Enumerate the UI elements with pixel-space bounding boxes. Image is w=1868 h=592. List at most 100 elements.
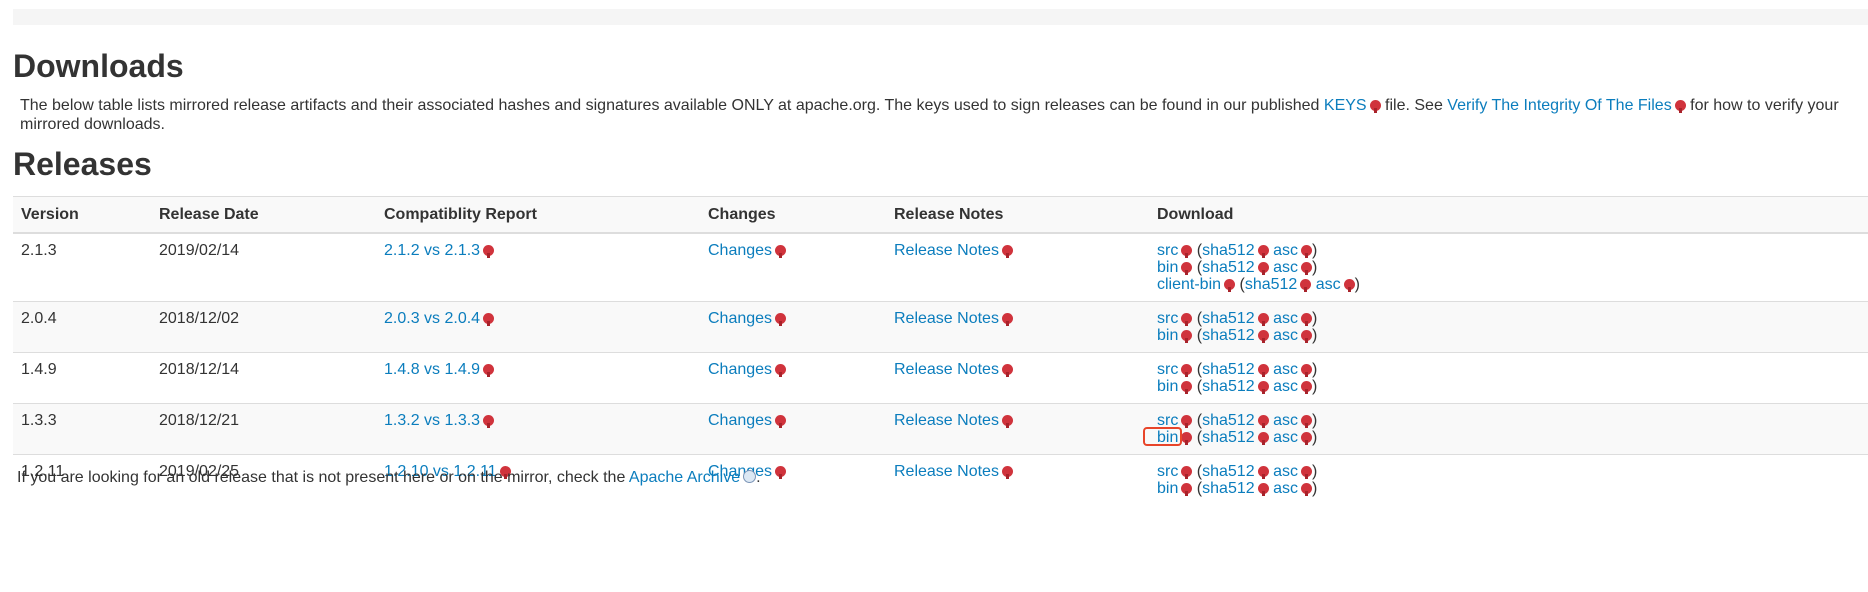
- release-notes-link[interactable]: Release Notes: [894, 242, 999, 259]
- release-notes-link[interactable]: Release Notes: [894, 412, 999, 429]
- download-line: src (sha512 asc): [1157, 242, 1860, 259]
- external-link-icon: [1257, 245, 1269, 258]
- external-link-icon: [1301, 432, 1312, 445]
- external-link-icon: [1257, 483, 1269, 496]
- release-notes-cell: Release Notes: [886, 301, 1149, 353]
- changes-link[interactable]: Changes: [708, 242, 772, 259]
- artifact-bin-link[interactable]: bin: [1157, 378, 1178, 395]
- changes-link[interactable]: Changes: [708, 310, 772, 327]
- sha512-link[interactable]: sha512: [1245, 276, 1298, 293]
- external-link-icon: [1257, 364, 1269, 377]
- apache-archive-link[interactable]: Apache Archive: [629, 469, 740, 486]
- asc-link[interactable]: asc: [1273, 412, 1298, 429]
- asc-link[interactable]: asc: [1273, 361, 1298, 378]
- sha512-link[interactable]: sha512: [1202, 361, 1255, 378]
- sha512-link[interactable]: sha512: [1202, 412, 1255, 429]
- external-link-icon: [1300, 279, 1312, 292]
- compat-report-link[interactable]: 2.1.2 vs 2.1.3: [384, 242, 480, 259]
- compat-cell: 2.1.2 vs 2.1.3: [376, 232, 700, 302]
- download-line: src (sha512 asc): [1157, 361, 1860, 378]
- paren-close: ): [1354, 276, 1360, 293]
- asc-link[interactable]: asc: [1273, 463, 1298, 480]
- sha512-link[interactable]: sha512: [1202, 259, 1255, 276]
- compat-report-link[interactable]: 2.0.3 vs 2.0.4: [384, 310, 480, 327]
- version-cell: 1.4.9: [13, 352, 151, 404]
- intro-text-2: file. See: [1385, 97, 1443, 114]
- paren-close: ): [1312, 378, 1318, 395]
- sha512-link[interactable]: sha512: [1202, 327, 1255, 344]
- external-link-icon: [1001, 313, 1013, 326]
- artifact-src-link[interactable]: src: [1157, 463, 1178, 480]
- artifact-src-link[interactable]: src: [1157, 242, 1178, 259]
- artifact-src-link[interactable]: src: [1157, 361, 1178, 378]
- sha512-link[interactable]: sha512: [1202, 480, 1255, 497]
- paren-open: (: [1192, 480, 1203, 497]
- download-line: bin (sha512 asc): [1157, 378, 1860, 395]
- top-navigation-bar: [13, 9, 1868, 25]
- archive-globe-icon: [743, 470, 757, 483]
- sha512-link[interactable]: sha512: [1202, 429, 1255, 446]
- artifact-bin-link[interactable]: bin: [1157, 480, 1178, 497]
- keys-link[interactable]: KEYS: [1324, 97, 1367, 114]
- sha512-link[interactable]: sha512: [1202, 242, 1255, 259]
- compat-cell: 2.0.3 vs 2.0.4: [376, 301, 700, 353]
- paren-open: (: [1192, 429, 1203, 446]
- asc-link[interactable]: asc: [1273, 310, 1298, 327]
- asc-link[interactable]: asc: [1273, 259, 1298, 276]
- archive-note-text: If you are looking for an old release th…: [17, 469, 626, 486]
- release-notes-link[interactable]: Release Notes: [894, 361, 999, 378]
- download-line: bin (sha512 asc): [1157, 480, 1860, 497]
- paren-close: ): [1311, 361, 1318, 378]
- version-cell: 2.1.3: [13, 232, 151, 302]
- sha512-link[interactable]: sha512: [1202, 378, 1255, 395]
- paren-close: ): [1312, 480, 1318, 497]
- asc-link[interactable]: asc: [1273, 242, 1298, 259]
- table-row: 2.0.4 2018/12/02 2.0.3 vs 2.0.4 Changes Rele…: [13, 301, 1868, 353]
- external-link-icon: [1181, 245, 1193, 258]
- artifact-client-bin-link[interactable]: client-bin: [1157, 276, 1221, 293]
- download-cell: src (sha512 asc) bin (sha512 asc): [1149, 352, 1868, 404]
- asc-link[interactable]: asc: [1316, 276, 1341, 293]
- external-link-icon: [1181, 313, 1193, 326]
- download-cell: src (sha512 asc) bin (sha512 asc): [1149, 301, 1868, 353]
- compat-report-link[interactable]: 1.4.8 vs 1.4.9: [384, 361, 480, 378]
- verify-integrity-link[interactable]: Verify The Integrity Of The Files: [1447, 97, 1671, 114]
- asc-link[interactable]: asc: [1273, 429, 1298, 446]
- version-cell: 1.3.3: [13, 403, 151, 455]
- external-link-icon: [1001, 415, 1013, 428]
- compat-report-link[interactable]: 1.3.2 vs 1.3.3: [384, 412, 480, 429]
- artifact-src-link[interactable]: src: [1157, 310, 1178, 327]
- changes-link[interactable]: Changes: [708, 412, 772, 429]
- external-link-icon: [1300, 466, 1312, 479]
- sha512-link[interactable]: sha512: [1202, 463, 1255, 480]
- column-header-release-date: Release Date: [151, 196, 376, 234]
- download-cell: src (sha512 asc) bin (sha512 asc): [1149, 454, 1868, 505]
- external-link-icon: [1257, 381, 1269, 394]
- asc-link[interactable]: asc: [1273, 378, 1298, 395]
- changes-link[interactable]: Changes: [708, 361, 772, 378]
- artifact-src-link[interactable]: src: [1157, 412, 1178, 429]
- external-link-icon: [483, 313, 495, 326]
- paren-close: ): [1312, 429, 1318, 446]
- download-line: bin (sha512 asc): [1157, 327, 1860, 344]
- artifact-bin-link[interactable]: bin: [1157, 327, 1178, 344]
- compat-cell: 1.4.8 vs 1.4.9: [376, 352, 700, 404]
- external-link-icon: [1257, 432, 1269, 445]
- asc-link[interactable]: asc: [1273, 480, 1298, 497]
- artifact-bin-link[interactable]: bin: [1157, 259, 1178, 276]
- release-notes-cell: Release Notes: [886, 454, 1149, 505]
- external-link-icon: [1257, 330, 1269, 343]
- sha512-link[interactable]: sha512: [1202, 310, 1255, 327]
- external-link-icon: [1181, 364, 1193, 377]
- release-notes-link[interactable]: Release Notes: [894, 463, 999, 480]
- download-cell: src (sha512 asc) bin (sha512 asc) client-b…: [1149, 232, 1868, 302]
- download-cell: src (sha512 asc) bin (sha512 asc): [1149, 403, 1868, 455]
- release-notes-link[interactable]: Release Notes: [894, 310, 999, 327]
- download-line: src (sha512 asc): [1157, 463, 1860, 480]
- main-content: Downloads The below table lists mirrored…: [13, 40, 1868, 505]
- asc-link[interactable]: asc: [1273, 327, 1298, 344]
- artifact-bin-link[interactable]: bin: [1157, 429, 1178, 446]
- download-line: client-bin (sha512 asc): [1157, 276, 1860, 293]
- release-date-cell: 2018/12/14: [151, 352, 376, 404]
- external-link-icon: [1181, 330, 1193, 343]
